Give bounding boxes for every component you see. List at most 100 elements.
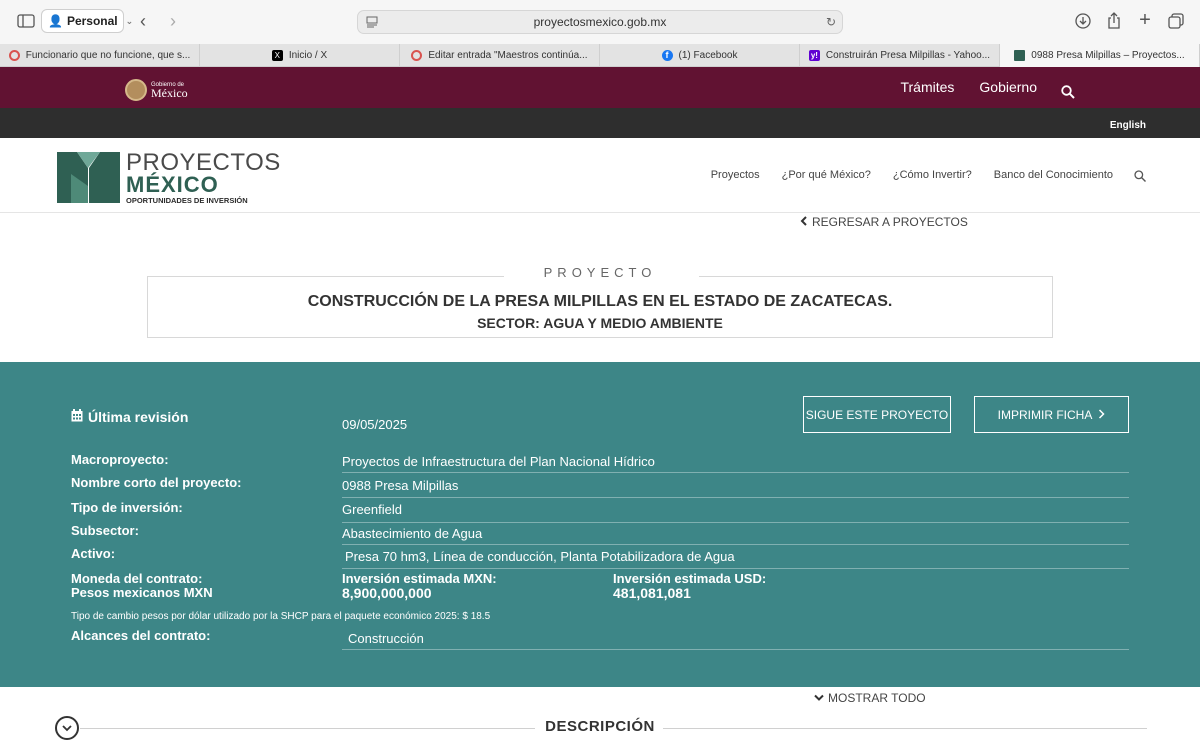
url-text: proyectosmexico.gob.mx (533, 15, 667, 29)
divider (342, 522, 1129, 523)
currency-block: Moneda del contrato: Pesos mexicanos MXN (71, 572, 213, 600)
project-title-box: CONSTRUCCIÓN DE LA PRESA MILPILLAS EN EL… (147, 274, 1053, 338)
last-review-row: Última revisión (71, 409, 188, 425)
nav-como-invertir[interactable]: ¿Cómo Invertir? (893, 169, 972, 181)
circle-icon (411, 50, 423, 61)
investment-usd-block: Inversión estimada USD: 481,081,081 (613, 571, 767, 601)
page-icon (366, 16, 378, 31)
download-icon[interactable] (1074, 12, 1092, 30)
tab-label: 0988 Presa Milpillas – Proyectos... (1031, 50, 1185, 61)
proyectos-icon (1014, 50, 1026, 61)
scope-value: Construcción (348, 631, 424, 646)
share-icon[interactable] (1105, 11, 1123, 29)
person-icon: 👤 (48, 14, 63, 28)
language-bar: English (0, 108, 1200, 138)
currency-label: Moneda del contrato: (71, 571, 203, 586)
project-details-panel: Última revisión 09/05/2025 SIGUE ESTE PR… (0, 362, 1200, 687)
back-to-projects-link[interactable]: REGRESAR A PROYECTOS (800, 215, 968, 229)
expand-description-button[interactable] (55, 716, 79, 740)
investment-mxn-label: Inversión estimada MXN: (342, 571, 497, 586)
nav-tramites[interactable]: Trámites (900, 79, 954, 95)
proyectos-mexico-logo[interactable]: PROYECTOS MÉXICO OPORTUNIDADES DE INVERS… (57, 149, 281, 206)
subsector-value: Abastecimiento de Agua (342, 526, 483, 541)
asset-label: Activo: (71, 546, 116, 561)
tab-funcionario[interactable]: Funcionario que no funcione, que s... (0, 44, 200, 67)
browser-toolbar: 👤 Personal ⌄ ‹ › proyectosmexico.gob.mx … (0, 0, 1200, 44)
back-icon[interactable]: ‹ (135, 11, 151, 31)
forward-icon[interactable]: › (165, 11, 181, 31)
investment-type-label: Tipo de inversión: (71, 500, 183, 515)
last-review-label: Última revisión (88, 409, 189, 425)
tab-yahoo[interactable]: y! Construirán Presa Milpillas - Yahoo..… (800, 44, 1000, 67)
subsector-label: Subsector: (71, 523, 139, 538)
gobierno-mexico-logo[interactable]: Gobierno de México (125, 79, 188, 101)
new-tab-icon[interactable]: + (1136, 9, 1154, 31)
print-sheet-button[interactable]: IMPRIMIR FICHA (974, 396, 1129, 433)
divider (342, 472, 1129, 473)
macro-value: Proyectos de Infraestructura del Plan Na… (342, 454, 655, 469)
investment-usd-label: Inversión estimada USD: (613, 571, 767, 586)
english-link[interactable]: English (1110, 120, 1146, 131)
logo-mark-icon (57, 152, 120, 203)
profile-selector[interactable]: 👤 Personal ⌄ (41, 9, 133, 33)
logo-line3: OPORTUNIDADES DE INVERSIÓN (126, 196, 248, 205)
site-nav: Proyectos ¿Por qué México? ¿Cómo Inverti… (711, 169, 1113, 181)
project-title: CONSTRUCCIÓN DE LA PRESA MILPILLAS EN EL… (307, 293, 893, 310)
tab-editar[interactable]: Editar entrada "Maestros continúa... (400, 44, 600, 67)
divider (342, 649, 1129, 650)
divider (342, 568, 1129, 569)
chevron-left-icon (800, 215, 808, 229)
chevron-right-icon (1098, 408, 1105, 422)
description-title: DESCRIPCIÓN (545, 718, 655, 735)
facebook-icon: f (661, 50, 673, 61)
tab-facebook[interactable]: f (1) Facebook (600, 44, 800, 67)
gov-nav: Trámites Gobierno (900, 79, 1037, 95)
logo-line1: PROYECTOS (126, 149, 281, 176)
macro-label: Macroproyecto: (71, 452, 169, 467)
reload-icon[interactable]: ↻ (826, 15, 836, 29)
site-search-icon[interactable] (1134, 169, 1146, 187)
short-name-value: 0988 Presa Milpillas (342, 478, 459, 493)
tab-overview-icon[interactable] (1167, 12, 1185, 30)
tab-label: Funcionario que no funcione, que s... (25, 50, 191, 61)
calendar-icon (71, 409, 83, 425)
logo-big-text: México (151, 85, 188, 100)
project-label: PROYECTO (543, 265, 657, 280)
tab-proyectos[interactable]: 0988 Presa Milpillas – Proyectos... (1000, 44, 1200, 67)
investment-mxn-block: Inversión estimada MXN: 8,900,000,000 (342, 571, 497, 601)
description-section-header: DESCRIPCIÓN (0, 712, 1200, 742)
logo-line2: MÉXICO (126, 172, 219, 197)
nav-proyectos[interactable]: Proyectos (711, 169, 760, 181)
divider (342, 544, 1129, 545)
chevron-down-icon (62, 719, 72, 737)
sidebar-toggle-icon[interactable] (16, 12, 36, 30)
last-review-value: 09/05/2025 (342, 417, 408, 432)
url-bar[interactable]: proyectosmexico.gob.mx ↻ (357, 10, 843, 34)
tab-bar: Funcionario que no funcione, que s... X … (0, 44, 1200, 67)
nav-banco-conocimiento[interactable]: Banco del Conocimiento (994, 169, 1113, 181)
government-bar: Gobierno de México Trámites Gobierno (0, 67, 1200, 108)
tab-label: Construirán Presa Milpillas - Yahoo... (825, 50, 991, 61)
circle-icon (8, 50, 20, 61)
investment-type-value: Greenfield (342, 502, 402, 517)
currency-value: Pesos mexicanos MXN (71, 585, 213, 600)
yahoo-icon: y! (808, 50, 820, 61)
follow-project-button[interactable]: SIGUE ESTE PROYECTO (803, 396, 951, 433)
tab-label: Inicio / X (288, 50, 328, 61)
exchange-rate-note: Tipo de cambio pesos por dólar utilizado… (71, 611, 491, 622)
tab-x[interactable]: X Inicio / X (200, 44, 400, 67)
show-all-link[interactable]: MOSTRAR TODO (814, 691, 926, 705)
show-all-label: MOSTRAR TODO (828, 691, 926, 705)
chevron-down-icon (814, 691, 824, 705)
tab-label: Editar entrada "Maestros continúa... (428, 50, 588, 61)
investment-usd-value: 481,081,081 (613, 585, 691, 601)
nav-por-que-mexico[interactable]: ¿Por qué México? (782, 169, 871, 181)
divider (342, 497, 1129, 498)
project-sector: SECTOR: AGUA Y MEDIO AMBIENTE (477, 315, 723, 331)
seal-icon (125, 79, 147, 101)
tab-label: (1) Facebook (678, 50, 738, 61)
site-header: PROYECTOS MÉXICO OPORTUNIDADES DE INVERS… (0, 138, 1200, 213)
nav-gobierno[interactable]: Gobierno (979, 79, 1037, 95)
gov-search-icon[interactable] (1061, 85, 1075, 104)
asset-value: Presa 70 hm3, Línea de conducción, Plant… (345, 549, 735, 564)
